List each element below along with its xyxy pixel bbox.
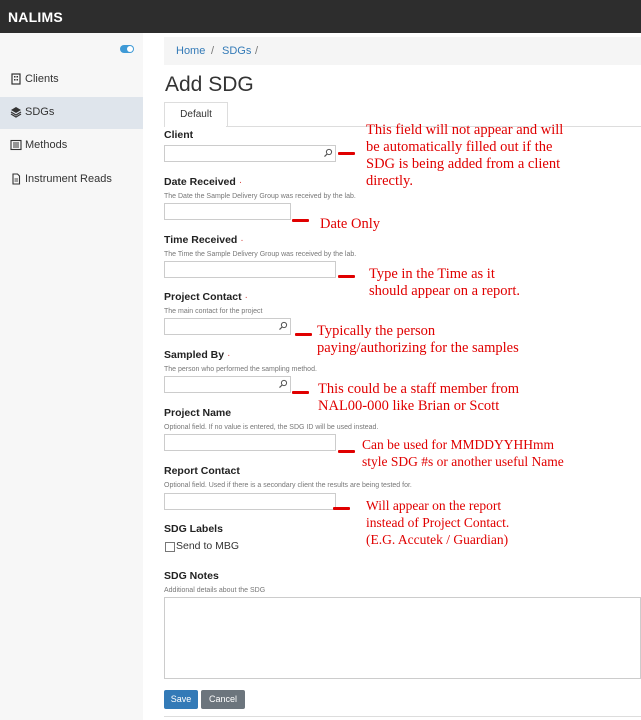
sampled-by-help: The person who performed the sampling me… <box>164 366 317 373</box>
breadcrumb-separator: / <box>255 45 259 57</box>
annotation-line: SDG is being added from a client <box>366 156 561 172</box>
annotation-dash <box>333 507 350 510</box>
search-icon[interactable] <box>323 148 333 158</box>
project-name-input[interactable] <box>164 434 336 451</box>
layers-icon <box>10 107 22 118</box>
annotation-dash <box>338 275 355 278</box>
date-received-label-text: Date Received <box>164 176 236 188</box>
sidebar-item-sdgs[interactable]: SDGs <box>0 97 143 129</box>
sidebar-item-label: Instrument Reads <box>25 173 112 185</box>
annotation-sampled-by: This could be a staff member from NAL00-… <box>318 381 519 415</box>
annotation-line: Date Only <box>320 216 380 232</box>
required-marker: · <box>227 349 231 361</box>
sdg-notes-help: Additional details about the SDG <box>164 587 266 594</box>
annotation-project-contact: Typically the person paying/authorizing … <box>317 323 519 357</box>
annotation-date: Date Only <box>320 216 380 233</box>
project-name-help: Optional field. If no value is entered, … <box>164 424 379 431</box>
annotation-line: Will appear on the report <box>366 498 502 513</box>
time-received-label: Time Received · <box>164 234 244 246</box>
annotation-line: This field will not appear and will <box>366 122 564 138</box>
annotation-dash <box>292 219 309 222</box>
annotation-line: (E.G. Accutek / Guardian) <box>366 532 509 547</box>
report-contact-label: Report Contact <box>164 465 240 477</box>
annotation-project-name: Can be used for MMDDYYHHmm style SDG #s … <box>362 436 564 470</box>
project-contact-help: The main contact for the project <box>164 308 263 315</box>
required-marker: · <box>238 176 243 188</box>
time-received-input[interactable] <box>164 261 336 278</box>
time-received-help: The Time the Sample Delivery Group was r… <box>164 251 357 258</box>
sidebar-item-label: SDGs <box>25 106 55 118</box>
annotation-line: Can be used for MMDDYYHHmm <box>362 437 554 452</box>
sidebar-item-label: Methods <box>25 139 68 151</box>
report-contact-input[interactable] <box>164 493 336 510</box>
sdg-notes-textarea[interactable] <box>164 597 641 679</box>
breadcrumb-separator: / <box>211 45 215 57</box>
annotation-dash <box>338 152 355 155</box>
sdg-labels-label: SDG Labels <box>164 523 223 535</box>
send-to-mbg-label[interactable]: Send to MBG <box>176 540 239 552</box>
sidebar-item-label: Clients <box>25 73 59 85</box>
date-received-input[interactable] <box>164 203 291 220</box>
annotation-line: should appear on a report. <box>369 283 520 299</box>
annotation-line: Type in the Time as it <box>369 266 495 282</box>
annotation-dash <box>338 450 355 453</box>
sampled-by-search-input[interactable] <box>164 376 291 393</box>
tab-default[interactable]: Default <box>164 102 228 127</box>
date-received-label: Date Received · <box>164 176 242 188</box>
annotation-dash <box>292 391 309 394</box>
annotation-line: directly. <box>366 173 413 189</box>
annotation-time: Type in the Time as it should appear on … <box>369 266 520 300</box>
sidebar-item-clients[interactable]: Clients <box>0 64 143 96</box>
annotation-client: This field will not appear and will be a… <box>366 122 563 190</box>
sdg-notes-label: SDG Notes <box>164 570 219 582</box>
annotation-report-contact: Will appear on the report instead of Pro… <box>366 497 509 548</box>
breadcrumb-sdgs-link[interactable]: SDGs <box>222 45 251 57</box>
required-marker: · <box>244 291 249 303</box>
client-search-input[interactable] <box>164 145 336 162</box>
search-icon[interactable] <box>278 379 288 389</box>
annotation-line: Typically the person <box>317 323 436 339</box>
annotation-dash <box>295 333 312 336</box>
project-contact-label-text: Project Contact <box>164 291 242 303</box>
breadcrumb-home-link[interactable]: Home <box>176 45 205 57</box>
sidebar-toggle[interactable] <box>120 45 134 53</box>
save-button[interactable]: Save <box>164 690 198 709</box>
form-footer-divider <box>164 716 641 717</box>
list-icon <box>10 139 22 151</box>
report-contact-help: Optional field. Used if there is a secon… <box>164 482 412 489</box>
project-name-label: Project Name <box>164 407 232 419</box>
top-navbar: NALIMS <box>0 0 641 33</box>
breadcrumb: Home / SDGs / <box>164 37 641 65</box>
send-to-mbg-checkbox[interactable] <box>165 542 175 552</box>
app-brand[interactable]: NALIMS <box>8 9 63 25</box>
annotation-line: paying/authorizing for the samples <box>317 340 519 356</box>
annotation-line: instead of Project Contact. <box>366 515 510 530</box>
sampled-by-label-text: Sampled By <box>164 349 225 361</box>
cancel-button[interactable]: Cancel <box>201 690 245 709</box>
project-contact-search-input[interactable] <box>164 318 291 335</box>
required-marker: · <box>240 234 244 246</box>
building-icon <box>11 73 21 85</box>
project-contact-label: Project Contact · <box>164 291 248 303</box>
sidebar-item-instrument-reads[interactable]: Instrument Reads <box>0 164 143 196</box>
page-title: Add SDG <box>165 73 254 96</box>
document-icon <box>12 173 21 185</box>
annotation-line: NAL00-000 like Brian or Scott <box>318 398 500 414</box>
time-received-label-text: Time Received <box>164 234 238 246</box>
annotation-line: be automatically filled out if the <box>366 139 553 155</box>
client-label: Client <box>164 129 194 141</box>
annotation-line: style SDG #s or another useful Name <box>362 454 564 469</box>
search-icon[interactable] <box>278 321 288 331</box>
sampled-by-label: Sampled By · <box>164 349 231 361</box>
sidebar: Clients SDGs Methods Instrument Reads <box>0 33 143 720</box>
annotation-line: This could be a staff member from <box>318 381 520 397</box>
sidebar-item-methods[interactable]: Methods <box>0 130 143 162</box>
date-received-help: The Date the Sample Delivery Group was r… <box>164 193 356 200</box>
